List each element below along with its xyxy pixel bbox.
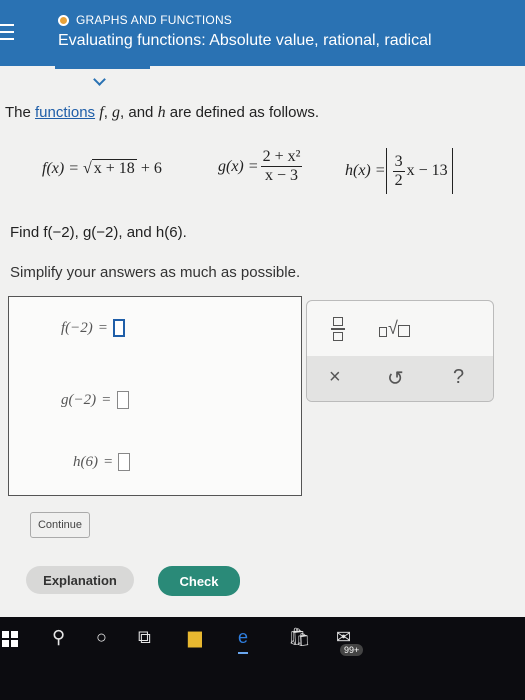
f-answer-row: f(−2) = — [61, 319, 126, 337]
taskbar: ⚲ ○ ⧉ ▆ e 🛍 ✉ 99+ — [0, 617, 525, 700]
h-definition: h(x) = 32 x − 13 — [345, 148, 453, 194]
g-answer-row: g(−2) = — [61, 391, 129, 409]
topic-row: GRAPHS AND FUNCTIONS — [58, 13, 232, 27]
tool-action-bar: × ↺ ? — [307, 356, 493, 401]
answer-area: f(−2) = g(−2) = h(6) = — [8, 296, 302, 496]
cortana-icon[interactable]: ○ — [96, 627, 107, 648]
g-definition: g(x) = 2 + x² x − 3 — [218, 148, 303, 184]
continue-button[interactable]: Continue — [30, 512, 90, 538]
fraction-icon[interactable] — [331, 317, 345, 341]
g-answer-input[interactable] — [116, 391, 129, 409]
simplify-prompt: Simplify your answers as much as possibl… — [10, 264, 301, 281]
h-answer-row: h(6) = — [73, 453, 131, 471]
notification-badge: 99+ — [340, 644, 364, 656]
chevron-down-icon — [93, 73, 106, 86]
search-icon[interactable]: ⚲ — [52, 627, 65, 648]
windows-start-icon[interactable] — [2, 631, 18, 647]
nth-root-icon[interactable]: √ — [379, 319, 410, 337]
f-definition: f(x) = √ x + 18 + 6 — [42, 159, 162, 177]
undo-icon[interactable]: ↺ — [387, 366, 404, 391]
help-icon[interactable]: ? — [453, 366, 464, 389]
problem-intro: The functions f, g, and h are defined as… — [5, 104, 319, 121]
math-tool-panel: √ × ↺ ? — [306, 300, 494, 402]
file-explorer-icon[interactable]: ▆ — [188, 627, 202, 648]
collapse-toggle[interactable] — [55, 66, 150, 92]
header-bar: GRAPHS AND FUNCTIONS Evaluating function… — [0, 0, 525, 66]
check-button[interactable]: Check — [158, 566, 240, 596]
topic-label: GRAPHS AND FUNCTIONS — [76, 13, 233, 27]
edge-browser-icon[interactable]: e — [238, 627, 249, 654]
menu-icon[interactable] — [0, 24, 14, 45]
h-answer-input[interactable] — [118, 453, 131, 471]
clear-icon[interactable]: × — [329, 366, 341, 389]
store-icon[interactable]: 🛍 — [288, 627, 311, 648]
topic-status-icon — [58, 14, 69, 26]
task-view-icon[interactable]: ⧉ — [138, 627, 151, 648]
f-answer-input[interactable] — [113, 319, 126, 337]
functions-link[interactable]: functions — [35, 104, 95, 121]
explanation-button[interactable]: Explanation — [26, 566, 134, 594]
find-prompt: Find f(−2), g(−2), and h(6). — [10, 224, 187, 241]
page-title: Evaluating functions: Absolute value, ra… — [58, 32, 432, 49]
